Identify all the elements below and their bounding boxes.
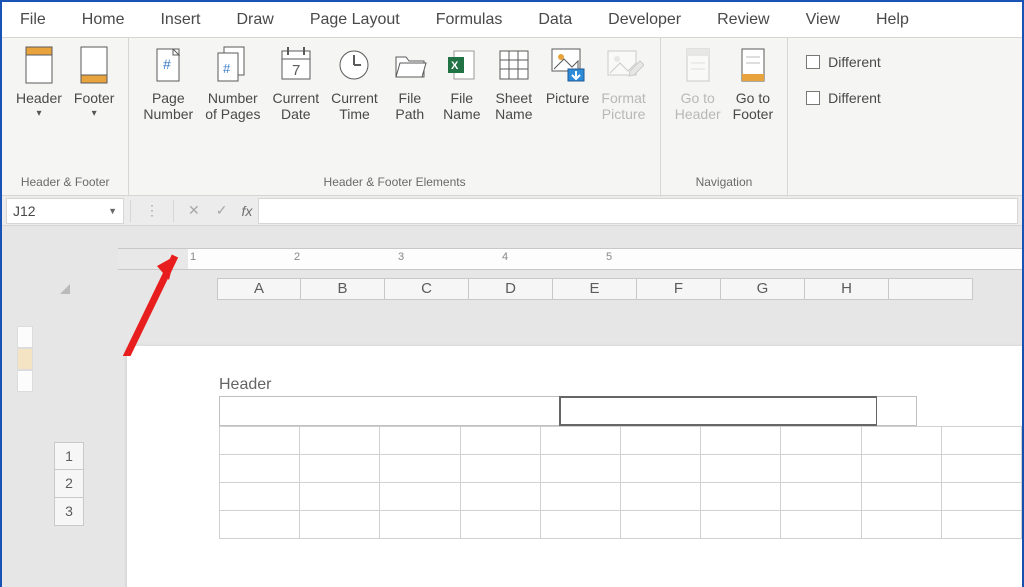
- col-header[interactable]: F: [637, 278, 721, 300]
- row-header[interactable]: 1: [54, 442, 84, 470]
- header-section[interactable]: [219, 396, 1022, 426]
- cancel-formula-button: ✕: [180, 202, 208, 219]
- fx-icon[interactable]: fx: [235, 203, 258, 219]
- col-header[interactable]: B: [301, 278, 385, 300]
- page-preview: Header: [127, 346, 1022, 587]
- col-header[interactable]: A: [217, 278, 301, 300]
- menu-home[interactable]: Home: [64, 2, 143, 38]
- number-of-pages-icon: #: [213, 44, 253, 86]
- ribbon-group-navigation: Go toHeader Go toFooter Navigation: [661, 38, 788, 195]
- header-button[interactable]: Header ▾: [10, 44, 68, 119]
- svg-text:X: X: [451, 60, 459, 72]
- horizontal-ruler: 1 2 3 4 5: [118, 248, 1022, 270]
- footer-icon: [74, 44, 114, 86]
- go-to-header-icon: [678, 44, 718, 86]
- current-date-button[interactable]: 7 CurrentDate: [266, 44, 325, 122]
- svg-text:#: #: [223, 61, 231, 76]
- menu-draw[interactable]: Draw: [218, 2, 291, 38]
- row-header[interactable]: 2: [54, 470, 84, 498]
- col-header[interactable]: [889, 278, 973, 300]
- menu-formulas[interactable]: Formulas: [418, 2, 521, 38]
- go-to-footer-button[interactable]: Go toFooter: [727, 44, 779, 122]
- page-number-button[interactable]: # PageNumber: [137, 44, 199, 122]
- file-path-button[interactable]: FilePath: [384, 44, 436, 122]
- row-headers: 1 2 3: [54, 442, 84, 526]
- menu-developer[interactable]: Developer: [590, 2, 699, 38]
- header-right[interactable]: [877, 396, 917, 426]
- current-time-button[interactable]: CurrentTime: [325, 44, 384, 122]
- go-to-header-button: Go toHeader: [669, 44, 727, 122]
- menu-review[interactable]: Review: [699, 2, 787, 38]
- formula-bar: J12 ▼ ⋮ ✕ ✓ fx: [2, 196, 1022, 226]
- calendar-icon: 7: [276, 44, 316, 86]
- sheet-name-button[interactable]: SheetName: [488, 44, 540, 122]
- chevron-down-icon: ▾: [36, 108, 41, 119]
- menu-insert[interactable]: Insert: [142, 2, 218, 38]
- go-to-footer-icon: [733, 44, 773, 86]
- col-header[interactable]: H: [805, 278, 889, 300]
- ribbon-group-options: Different Different: [788, 38, 893, 195]
- menu-file[interactable]: File: [2, 2, 64, 38]
- col-header[interactable]: C: [385, 278, 469, 300]
- col-header[interactable]: D: [469, 278, 553, 300]
- cell-grid[interactable]: [219, 426, 1022, 539]
- different-odd-even-checkbox[interactable]: Different: [806, 90, 881, 106]
- row-header[interactable]: 3: [54, 498, 84, 526]
- svg-text:7: 7: [292, 62, 300, 79]
- clock-icon: [334, 44, 374, 86]
- different-first-checkbox[interactable]: Different: [806, 54, 881, 70]
- formula-input[interactable]: [258, 198, 1018, 224]
- header-label: Header: [219, 376, 1022, 394]
- picture-icon: [548, 44, 588, 86]
- col-header[interactable]: E: [553, 278, 637, 300]
- number-of-pages-button[interactable]: # Numberof Pages: [199, 44, 266, 122]
- dots-icon[interactable]: ⋮: [137, 202, 167, 219]
- name-box[interactable]: J12 ▼: [6, 198, 124, 224]
- menu-help[interactable]: Help: [858, 2, 927, 38]
- header-left[interactable]: [219, 396, 559, 426]
- enter-formula-button: ✓: [208, 202, 236, 219]
- chevron-down-icon: ▼: [108, 206, 117, 216]
- header-center[interactable]: [559, 396, 877, 426]
- menu-bar: File Home Insert Draw Page Layout Formul…: [2, 2, 1022, 38]
- menu-data[interactable]: Data: [520, 2, 590, 38]
- worksheet-area: 1 2 3 4 5 A B C D E F G H 1 2 3 Header: [2, 226, 1022, 587]
- sheet-grid-icon: [494, 44, 534, 86]
- excel-file-icon: X: [442, 44, 482, 86]
- ribbon-group-header-footer: Header ▾ Footer ▾ Header & Footer: [2, 38, 129, 195]
- checkbox-icon: [806, 91, 820, 105]
- checkbox-icon: [806, 55, 820, 69]
- select-all-triangle[interactable]: [52, 276, 72, 296]
- header-icon: [19, 44, 59, 86]
- col-header[interactable]: G: [721, 278, 805, 300]
- ribbon: Header ▾ Footer ▾ Header & Footer # Page…: [2, 38, 1022, 196]
- footer-button[interactable]: Footer ▾: [68, 44, 120, 119]
- chevron-down-icon: ▾: [92, 108, 97, 119]
- column-headers: A B C D E F G H: [217, 278, 973, 300]
- page-number-icon: #: [148, 44, 188, 86]
- format-picture-icon: [604, 44, 644, 86]
- ribbon-group-elements: # PageNumber # Numberof Pages 7 CurrentD…: [129, 38, 660, 195]
- folder-open-icon: [390, 44, 430, 86]
- file-name-button[interactable]: X FileName: [436, 44, 488, 122]
- row-strip: [17, 326, 33, 392]
- picture-button[interactable]: Picture: [540, 44, 596, 106]
- menu-view[interactable]: View: [788, 2, 858, 38]
- menu-page-layout[interactable]: Page Layout: [292, 2, 418, 38]
- svg-text:#: #: [163, 56, 171, 72]
- format-picture-button: FormatPicture: [595, 44, 651, 122]
